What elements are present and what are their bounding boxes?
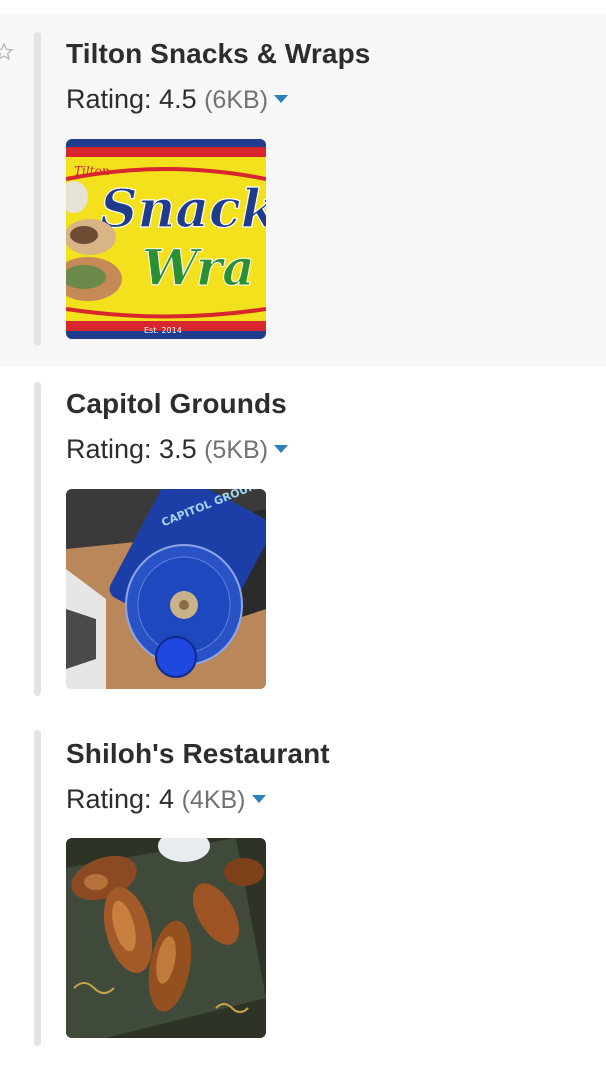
caret-down-icon[interactable] <box>274 444 289 453</box>
message-title: Shiloh's Restaurant <box>66 738 330 769</box>
rating-line: Rating: 4.5 (6KB) <box>66 84 289 115</box>
rating-line: Rating: 4 (4KB) <box>66 784 266 815</box>
file-size: (6KB) <box>204 86 269 114</box>
attachment-bar <box>34 32 41 346</box>
message-title: Tilton Snacks & Wraps <box>66 38 371 69</box>
attachment-image[interactable]: Tilton Snack Wra Est. 2014 <box>66 139 266 339</box>
rating-line: Rating: 3.5 (5KB) <box>66 434 289 465</box>
attachment-image[interactable]: CAPITOL GROUNDS <box>66 489 266 689</box>
star-outline-icon[interactable] <box>0 42 14 62</box>
rating-text: Rating: 4.5 <box>66 84 197 114</box>
cup-image: CAPITOL GROUNDS <box>66 489 266 689</box>
top-divider <box>0 0 606 14</box>
message-feed: Tilton Snacks & Wraps Rating: 4.5 (6KB) … <box>0 0 606 1072</box>
message-title: Capitol Grounds <box>66 388 287 419</box>
logo-word-snack: Snack <box>100 179 266 240</box>
rating-text: Rating: 3.5 <box>66 434 197 464</box>
caret-down-icon[interactable] <box>274 94 289 103</box>
logo-word-wraps: Wra <box>142 238 255 297</box>
logo-small-text: Tilton <box>74 164 109 178</box>
file-size: (5KB) <box>204 436 269 464</box>
attachment-image[interactable] <box>66 838 266 1038</box>
logo-image: Tilton Snack Wra Est. 2014 <box>66 139 266 339</box>
attachment-bar <box>34 730 41 1046</box>
message-item[interactable]: Capitol Grounds Rating: 3.5 (5KB) CAPITO… <box>0 366 606 716</box>
logo-est-text: Est. 2014 <box>144 326 182 335</box>
attachment-bar <box>34 382 41 696</box>
wings-image <box>66 838 266 1038</box>
caret-down-icon[interactable] <box>251 794 266 803</box>
message-item[interactable]: Shiloh's Restaurant Rating: 4 (4KB) <box>0 716 606 1072</box>
file-size: (4KB) <box>181 786 246 814</box>
message-item[interactable]: Tilton Snacks & Wraps Rating: 4.5 (6KB) … <box>0 14 606 366</box>
rating-text: Rating: 4 <box>66 784 175 814</box>
